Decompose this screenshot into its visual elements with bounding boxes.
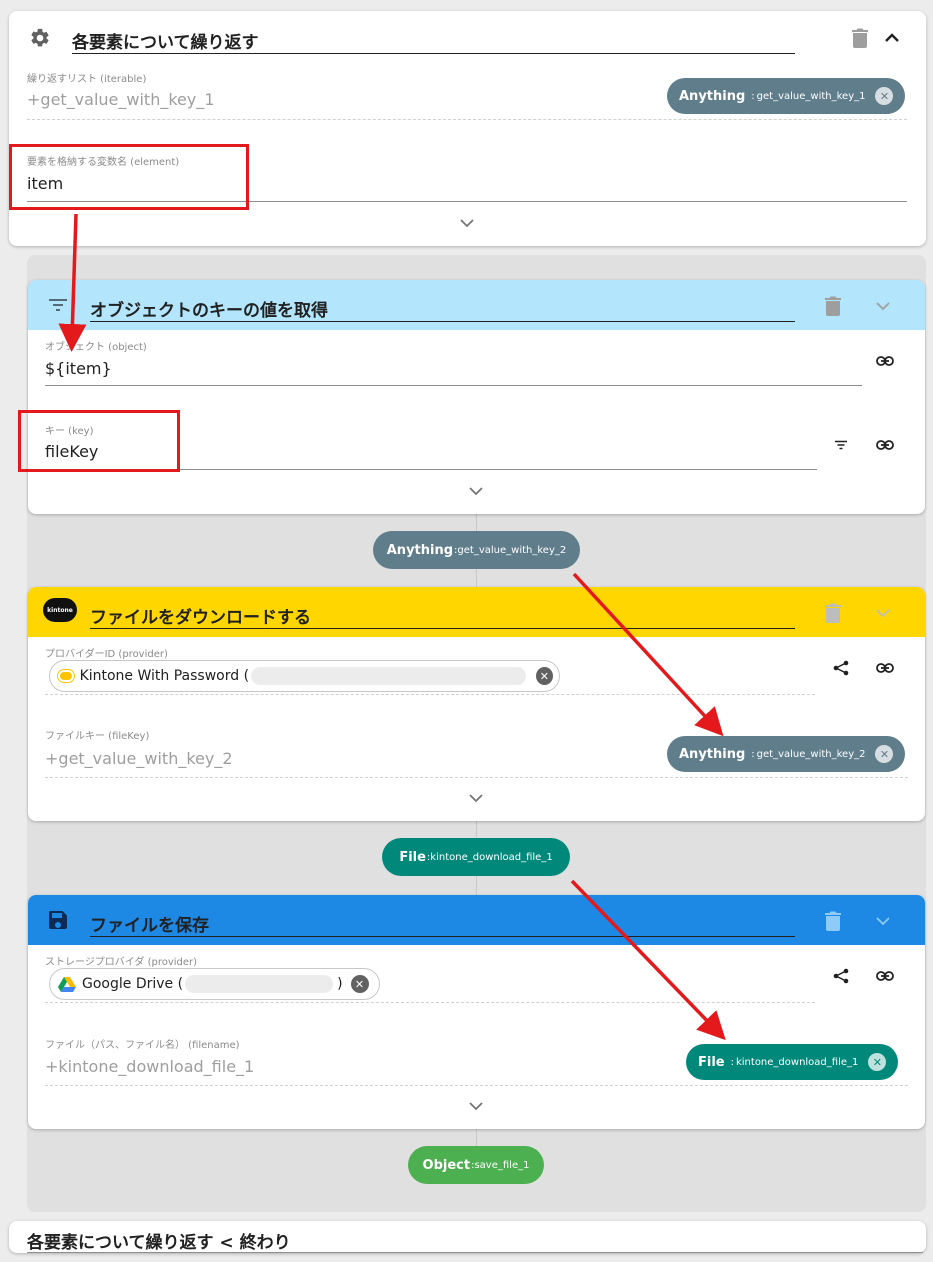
save-block-title[interactable]: ファイルを保存 xyxy=(90,911,209,936)
save-block-card: ファイルを保存 ストレージプロバイダ (provider) Google Dri… xyxy=(28,895,925,1129)
output-chip-get-value[interactable]: Anything : get_value_with_key_2 xyxy=(373,531,580,569)
iterable-input[interactable]: +get_value_with_key_1 xyxy=(27,90,215,109)
provider-underline xyxy=(45,694,815,695)
filename-underline xyxy=(45,1085,908,1086)
iterable-underline xyxy=(27,119,907,120)
delete-icon[interactable] xyxy=(821,909,845,933)
loop-end-card: 各要素について繰り返す < 終わり xyxy=(9,1221,926,1253)
filekey-label: ファイルキー (fileKey) xyxy=(45,731,150,742)
title-underline xyxy=(90,628,795,629)
save-icon xyxy=(46,908,70,932)
delete-icon[interactable] xyxy=(848,26,872,50)
chevron-down-icon[interactable] xyxy=(871,909,895,933)
google-drive-icon xyxy=(58,976,76,992)
filekey-underline xyxy=(45,777,908,778)
annotation-box-element xyxy=(9,144,249,210)
get-key-block-card: オブジェクトのキーの値を取得 オブジェクト (object) ${item} キ… xyxy=(28,280,925,514)
chevron-down-icon[interactable] xyxy=(455,211,479,235)
loop-block-title[interactable]: 各要素について繰り返す xyxy=(72,28,259,53)
iterable-chip[interactable]: Anything : get_value_with_key_1 ✕ xyxy=(667,78,906,114)
download-block-title[interactable]: ファイルをダウンロードする xyxy=(90,603,311,628)
gear-icon xyxy=(28,26,52,50)
object-label: オブジェクト (object) xyxy=(45,342,147,353)
chevron-down-icon[interactable] xyxy=(464,786,488,810)
kintone-logo: kintone xyxy=(43,598,77,622)
close-icon[interactable]: ✕ xyxy=(868,1053,887,1071)
title-underline xyxy=(72,53,795,54)
object-underline xyxy=(45,385,862,386)
storage-provider-underline xyxy=(45,1002,815,1003)
download-block-card: kintone ファイルをダウンロードする プロバイダーID (provider… xyxy=(28,587,925,821)
delete-icon[interactable] xyxy=(821,294,845,318)
storage-provider-chip[interactable]: Google Drive ( ) ✕ xyxy=(49,968,380,1000)
annotation-box-key xyxy=(18,410,180,472)
filename-input[interactable]: +kintone_download_file_1 xyxy=(45,1057,254,1076)
filename-chip[interactable]: File : kintone_download_file_1 ✕ xyxy=(686,1044,899,1080)
get-key-block-title[interactable]: オブジェクトのキーの値を取得 xyxy=(90,296,328,321)
link-icon[interactable] xyxy=(874,657,896,679)
loop-block-card: 各要素について繰り返す 繰り返すリスト (iterable) +get_valu… xyxy=(9,11,926,246)
filter-icon[interactable] xyxy=(830,434,852,456)
loop-end-underline xyxy=(27,1252,923,1253)
kintone-icon xyxy=(58,670,74,682)
chevron-down-icon[interactable] xyxy=(871,294,895,318)
title-underline xyxy=(90,321,795,322)
delete-icon[interactable] xyxy=(821,601,845,625)
output-chip-download[interactable]: File : kintone_download_file_1 xyxy=(382,838,570,876)
title-underline xyxy=(90,936,795,937)
filekey-chip[interactable]: Anything : get_value_with_key_2 ✕ xyxy=(667,736,906,772)
provider-label: プロバイダーID (provider) xyxy=(45,649,168,660)
link-icon[interactable] xyxy=(874,350,896,372)
chevron-down-icon[interactable] xyxy=(464,1094,488,1118)
filter-icon xyxy=(46,293,70,317)
chevron-down-icon[interactable] xyxy=(464,479,488,503)
close-icon[interactable]: ✕ xyxy=(875,87,894,105)
object-input[interactable]: ${item} xyxy=(45,359,112,378)
close-icon[interactable]: ✕ xyxy=(875,745,894,763)
link-icon[interactable] xyxy=(874,965,896,987)
redacted-text xyxy=(251,667,526,685)
share-icon[interactable] xyxy=(830,965,852,987)
storage-provider-label: ストレージプロバイダ (provider) xyxy=(45,957,198,968)
redacted-text xyxy=(185,975,334,993)
iterable-label: 繰り返すリスト (iterable) xyxy=(27,74,147,85)
provider-select-chip[interactable]: Kintone With Password ( ✕ xyxy=(49,660,560,692)
chevron-down-icon[interactable] xyxy=(871,601,895,625)
connector-line xyxy=(476,1128,477,1148)
loop-end-title: 各要素について繰り返す < 終わり xyxy=(27,1233,291,1253)
link-icon[interactable] xyxy=(874,434,896,456)
close-icon[interactable]: ✕ xyxy=(350,975,369,993)
filename-label: ファイル（パス、ファイル名） (filename) xyxy=(45,1040,240,1051)
filekey-input[interactable]: +get_value_with_key_2 xyxy=(45,749,233,768)
output-chip-save[interactable]: Object : save_file_1 xyxy=(408,1146,544,1184)
close-icon[interactable]: ✕ xyxy=(535,667,553,685)
share-icon[interactable] xyxy=(830,657,852,679)
chevron-up-icon[interactable] xyxy=(880,26,904,50)
